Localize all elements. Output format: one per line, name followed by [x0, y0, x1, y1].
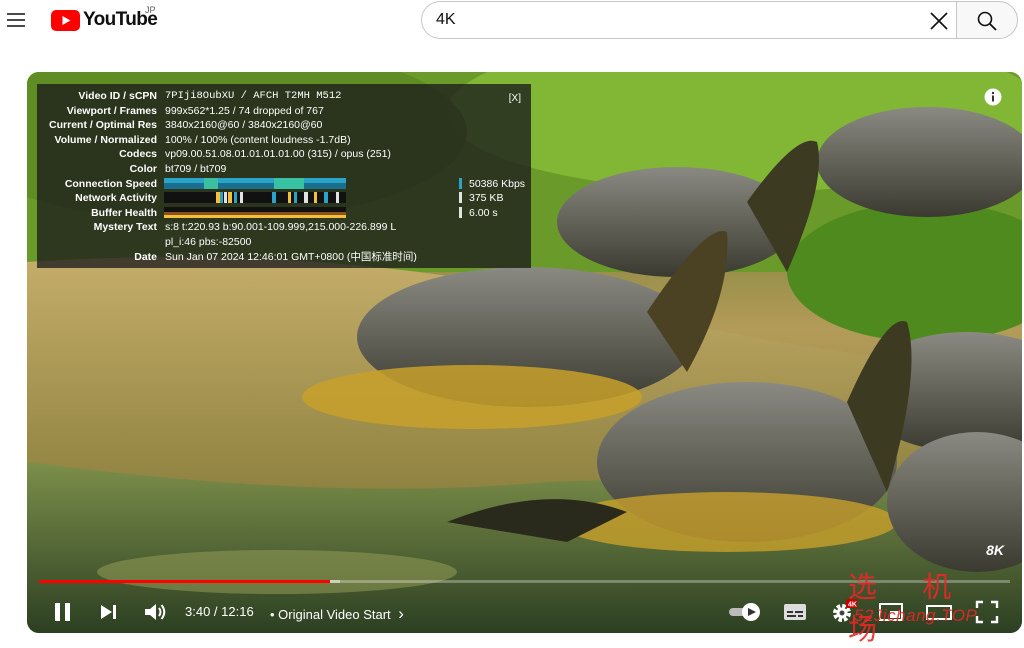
- clear-search-button[interactable]: [926, 8, 952, 34]
- quality-badge: 4K: [848, 601, 857, 608]
- youtube-logo[interactable]: YouTube: [51, 9, 158, 31]
- progress-played: [39, 580, 331, 583]
- stats-label: Color: [129, 163, 157, 175]
- connection-speed-graph: [164, 177, 346, 189]
- graph-legend-swatch: [459, 177, 462, 189]
- subtitles-icon: [784, 604, 806, 620]
- gear-icon: 4K: [833, 599, 859, 622]
- settings-button[interactable]: 4K: [829, 598, 859, 626]
- stats-value: vp09.00.51.08.01.01.01.01.00 (315) / opu…: [165, 148, 391, 161]
- hamburger-menu-icon[interactable]: [4, 8, 28, 32]
- stats-value: bt709 / bt709: [165, 163, 227, 175]
- volume-icon: [145, 604, 166, 620]
- miniplayer-icon: [879, 603, 903, 621]
- stats-value: Sun Jan 07 2024 12:46:01 GMT+0800 (中国标准时…: [165, 250, 417, 263]
- network-activity-graph: [164, 192, 346, 204]
- player-controls: 3:40 / 12:16 • Original Video Start › 4K: [27, 592, 1022, 632]
- stats-label: Connection Speed: [64, 177, 157, 190]
- stats-label: Video ID / sCPN: [78, 90, 157, 102]
- stats-row-connection-speed: Connection Speed 50386 Kbps: [37, 177, 531, 191]
- theater-icon: [926, 605, 952, 620]
- stats-value: 375 KB: [469, 192, 504, 205]
- chevron-right-icon: ›: [398, 604, 404, 623]
- stats-label: Date: [134, 250, 157, 263]
- pause-icon: [55, 603, 70, 621]
- search-icon: [977, 11, 997, 31]
- pause-button[interactable]: [49, 598, 77, 626]
- stats-label: Volume / Normalized: [54, 133, 158, 146]
- progress-bar[interactable]: [39, 580, 1010, 583]
- stats-value: s:8 t:220.93 b:90.001-109.999,215.000-22…: [165, 221, 397, 234]
- graph-legend-swatch: [459, 192, 462, 204]
- subtitles-button[interactable]: [781, 598, 809, 626]
- stats-value: 3840x2160@60 / 3840x2160@60: [165, 119, 323, 132]
- fullscreen-button[interactable]: [973, 598, 1001, 626]
- chapter-button[interactable]: • Original Video Start ›: [270, 604, 404, 624]
- autoplay-toggle[interactable]: [727, 598, 763, 626]
- search-box: [421, 1, 956, 39]
- stats-value: 7PIji8OubXU / AFCH T2MH M512: [165, 90, 342, 102]
- next-button[interactable]: [95, 598, 123, 626]
- stats-label: Network Activity: [75, 192, 157, 205]
- time-display: 3:40 / 12:16: [185, 604, 254, 619]
- graph-legend-swatch: [459, 206, 462, 218]
- stats-close-button[interactable]: [X]: [509, 92, 521, 107]
- close-icon: [930, 12, 948, 30]
- stats-label: Mystery Text: [93, 221, 157, 234]
- stats-for-nerds-panel: [X] Video ID / sCPN 7PIji8OubXU / AFCH T…: [37, 84, 531, 268]
- search-button[interactable]: [956, 1, 1018, 39]
- logo-region-code: JP: [145, 5, 156, 15]
- stats-row-network-activity: Network Activity 375 KB: [37, 191, 531, 205]
- chapter-title: • Original Video Start: [270, 607, 391, 622]
- next-icon: [101, 605, 116, 619]
- stats-value: 50386 Kbps: [469, 177, 526, 190]
- video-watermark: 8K: [986, 542, 1004, 558]
- mute-button[interactable]: [141, 598, 169, 626]
- video-player[interactable]: [X] Video ID / sCPN 7PIji8OubXU / AFCH T…: [27, 72, 1022, 633]
- stats-value: 6.00 s: [469, 206, 498, 219]
- miniplayer-button[interactable]: [877, 598, 905, 626]
- masthead: YouTube JP: [0, 0, 1024, 42]
- stats-value: 999x562*1.25 / 74 dropped of 767: [165, 104, 324, 117]
- info-icon[interactable]: [984, 88, 1002, 106]
- autoplay-toggle-icon: [729, 603, 760, 621]
- stats-value: pl_i:46 pbs:-82500: [165, 236, 252, 248]
- stats-value: 100% / 100% (content loudness -1.7dB): [165, 133, 351, 146]
- stats-label: Codecs: [119, 148, 157, 161]
- stats-label: Buffer Health: [91, 206, 157, 219]
- youtube-play-logo-icon: [51, 9, 80, 31]
- theater-mode-button[interactable]: [925, 598, 953, 626]
- search-input[interactable]: [436, 9, 916, 31]
- stats-row-buffer-health: Buffer Health 6.00 s: [37, 206, 531, 220]
- stats-label: Current / Optimal Res: [49, 119, 157, 132]
- buffer-health-graph: [164, 206, 346, 218]
- fullscreen-icon: [975, 600, 999, 624]
- stats-label: Viewport / Frames: [66, 104, 157, 117]
